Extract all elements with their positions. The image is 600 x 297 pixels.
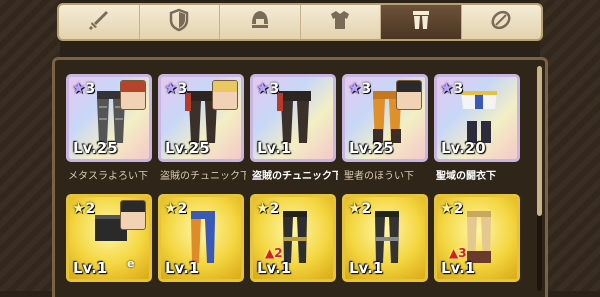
item-name: 盗賊のチュニック下 [160,171,246,182]
item-level: Lv.1 [441,259,476,277]
item-name: メタスラよろい下 [68,171,148,182]
star-icon: ★ [440,79,454,97]
equipped-mark: e [127,257,135,270]
item-card[interactable]: ★2 Lv.1 [158,194,244,282]
star-rating: ★3 [164,79,188,97]
tab-body-bottom[interactable] [381,5,462,39]
item-level: Lv.1 [257,139,292,157]
star-rating: ★3 [440,79,464,97]
item-name: 聖域の闘衣下 [436,171,496,182]
item-name: 聖者のほうい下 [344,171,414,182]
item-level: Lv.1 [349,259,384,277]
star-icon: ★ [256,79,270,97]
sword-icon [87,8,111,36]
item-level: Lv.1 [257,259,292,277]
star-icon: ★ [164,79,178,97]
background-left [0,0,60,291]
item-card[interactable]: ★3 Lv.1 [250,74,336,162]
equipment-category-tabs [57,3,543,41]
tab-head[interactable] [220,5,301,39]
star-rating: ★3 [72,79,96,97]
star-icon: ★ [440,199,454,217]
character-avatar [120,80,146,110]
item-level: Lv.25 [73,139,118,157]
item-level: Lv.20 [441,139,486,157]
character-avatar [212,80,238,110]
star-rating: ★2 [348,199,372,217]
item-card[interactable]: ★2 ▲3 Lv.1 [434,194,520,282]
star-rating: ★2 [440,199,464,217]
character-avatar [120,200,146,230]
tab-accessory[interactable] [462,5,542,39]
armor-bottom-icon [409,8,433,36]
tab-shield[interactable] [140,5,220,39]
inventory-scrollbar[interactable] [537,66,542,291]
item-card[interactable]: ★3 Lv.25 [66,74,152,162]
star-icon: ★ [72,79,86,97]
star-rating: ★2 [164,199,188,217]
scrollbar-thumb[interactable] [537,66,542,216]
star-rating: ★2 [72,199,96,217]
item-level: Lv.1 [73,259,108,277]
star-icon: ★ [256,199,270,217]
item-card[interactable]: ★2 e Lv.1 [66,194,152,282]
item-name: 盗賊のチュニック下 [252,171,338,182]
star-rating: ★2 [256,199,280,217]
tab-body-top[interactable] [301,5,381,39]
bonus-indicator: ▲2 [265,246,283,260]
character-avatar [396,80,422,110]
item-level: Lv.1 [165,259,200,277]
star-icon: ★ [348,199,362,217]
shield-icon [167,8,191,36]
accessory-icon [489,8,513,36]
background-right [540,0,600,291]
star-icon: ★ [72,199,86,217]
star-icon: ★ [348,79,362,97]
item-card[interactable]: ★3 Lv.20 [434,74,520,162]
tab-weapon[interactable] [59,5,140,39]
item-card[interactable]: ★3 Lv.25 [342,74,428,162]
star-rating: ★3 [256,79,280,97]
star-rating: ★3 [348,79,372,97]
item-card[interactable]: ★2 ▲2 Lv.1 [250,194,336,282]
bonus-indicator: ▲3 [449,246,467,260]
item-card[interactable]: ★3 Lv.25 [158,74,244,162]
item-card[interactable]: ★2 Lv.1 [342,194,428,282]
armor-top-icon [328,8,352,36]
item-level: Lv.25 [165,139,210,157]
item-level: Lv.25 [349,139,394,157]
helmet-icon [248,8,272,36]
star-icon: ★ [164,199,178,217]
